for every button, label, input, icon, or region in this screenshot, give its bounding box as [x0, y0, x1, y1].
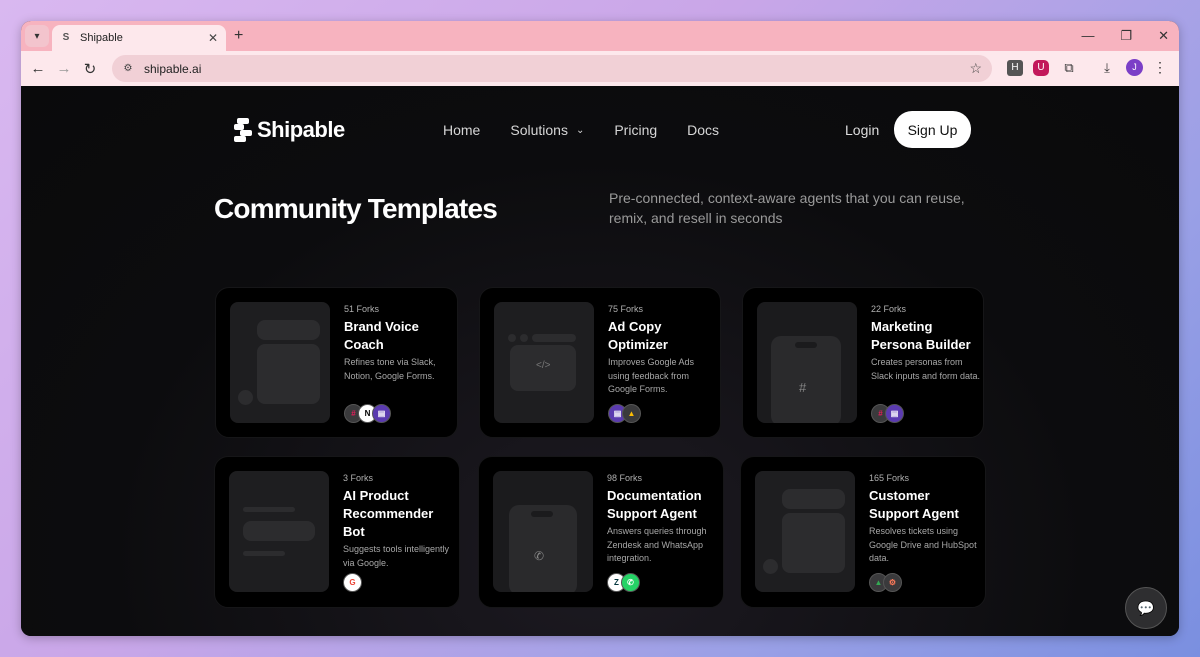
- login-link[interactable]: Login: [845, 122, 879, 138]
- site-settings-icon[interactable]: ⚙: [120, 61, 136, 77]
- site-logo[interactable]: Shipable: [234, 117, 345, 143]
- profile-avatar[interactable]: J: [1126, 59, 1143, 76]
- template-card[interactable]: </> 75 Forks Ad Copy Optimizer Improves …: [479, 287, 721, 438]
- template-description: Improves Google Ads using feedback from …: [608, 357, 695, 394]
- template-thumbnail: [230, 302, 330, 423]
- fork-count: 51 Forks: [344, 304, 380, 314]
- page-subtitle: Pre-connected, context-aware agents that…: [609, 190, 965, 226]
- browser-tab[interactable]: S Shipable ✕: [52, 25, 226, 51]
- reload-icon[interactable]: ↻: [77, 60, 103, 78]
- fork-count: 22 Forks: [871, 304, 907, 314]
- template-title: Ad Copy Optimizer: [608, 319, 668, 352]
- template-thumbnail: ✆: [493, 471, 593, 592]
- nav-docs[interactable]: Docs: [687, 122, 719, 138]
- hubspot-icon: ⚙: [883, 573, 902, 592]
- google-ads-icon: ▲: [622, 404, 641, 423]
- page-title: Community Templates: [214, 193, 498, 224]
- chevron-down-icon: ⌄: [575, 124, 585, 136]
- template-thumbnail: [229, 471, 329, 592]
- template-description: Creates personas from Slack inputs and f…: [871, 357, 981, 381]
- url-text[interactable]: shipable.ai: [144, 62, 969, 76]
- close-window-icon[interactable]: ✕: [1158, 28, 1169, 44]
- browser-toolbar: ← → ↻ ⚙ shipable.ai ☆ H U ⧉ ⤓ J ⋮: [21, 51, 1179, 86]
- extensions-puzzle-icon[interactable]: ⧉: [1061, 60, 1077, 76]
- template-title: Customer Support Agent: [869, 488, 959, 521]
- whatsapp-icon: ✆: [534, 549, 545, 563]
- chat-widget-button[interactable]: 💬: [1125, 587, 1167, 629]
- fork-count: 3 Forks: [343, 473, 374, 483]
- template-card[interactable]: 51 Forks Brand Voice Coach Refines tone …: [215, 287, 458, 438]
- signup-button[interactable]: Sign Up: [894, 111, 971, 148]
- tab-search-button[interactable]: ▾: [25, 25, 49, 47]
- nav-solutions-label: Solutions: [510, 122, 568, 138]
- whatsapp-icon: ✆: [621, 573, 640, 592]
- slack-icon: #: [799, 380, 807, 395]
- minimize-icon[interactable]: —: [1081, 28, 1094, 44]
- download-icon[interactable]: ⤓: [1099, 60, 1115, 76]
- template-description: Suggests tools intelligently via Google.: [343, 544, 450, 568]
- close-tab-icon[interactable]: ✕: [208, 31, 218, 45]
- shipable-favicon-icon: S: [62, 32, 70, 43]
- title-bar: ▾ S Shipable ✕ + — ❐ ✕: [21, 21, 1179, 51]
- back-icon[interactable]: ←: [25, 60, 51, 77]
- nav-home[interactable]: Home: [443, 122, 480, 138]
- nav-pricing[interactable]: Pricing: [614, 122, 657, 138]
- code-icon: </>: [536, 360, 551, 371]
- template-description: Answers queries through Zendesk and What…: [607, 526, 707, 563]
- bookmark-star-icon[interactable]: ☆: [969, 60, 982, 77]
- fork-count: 98 Forks: [607, 473, 643, 483]
- template-description: Resolves tickets using Google Drive and …: [869, 526, 977, 563]
- page-content: Shipable Home Solutions ⌄ Pricing Docs L…: [21, 86, 1179, 636]
- template-thumbnail: [755, 471, 855, 592]
- template-thumbnail: </>: [494, 302, 594, 423]
- browser-menu-icon[interactable]: ⋮: [1153, 59, 1167, 76]
- restore-icon[interactable]: ❐: [1120, 28, 1132, 44]
- new-tab-button[interactable]: +: [234, 27, 243, 45]
- nav-solutions[interactable]: Solutions ⌄: [510, 122, 584, 138]
- chat-bubble-icon: 💬: [1137, 599, 1155, 616]
- extension-h-icon[interactable]: H: [1007, 60, 1023, 76]
- template-thumbnail: #: [757, 302, 857, 423]
- template-card[interactable]: 3 Forks AI Product Recommender Bot Sugge…: [214, 456, 460, 608]
- template-card[interactable]: 165 Forks Customer Support Agent Resolve…: [740, 456, 986, 608]
- browser-window: ▾ S Shipable ✕ + — ❐ ✕ ← → ↻ ⚙ shipable.…: [21, 21, 1179, 636]
- template-description: Refines tone via Slack, Notion, Google F…: [344, 357, 436, 381]
- template-title: Marketing Persona Builder: [871, 319, 971, 352]
- site-nav: Shipable Home Solutions ⌄ Pricing Docs L…: [221, 106, 981, 156]
- address-bar[interactable]: ⚙ shipable.ai ☆: [112, 55, 992, 82]
- fork-count: 75 Forks: [608, 304, 644, 314]
- template-title: Brand Voice Coach: [344, 319, 419, 352]
- google-icon: G: [343, 573, 362, 592]
- google-forms-icon: ▤: [885, 404, 904, 423]
- fork-count: 165 Forks: [869, 473, 910, 483]
- forward-icon[interactable]: →: [51, 60, 77, 77]
- template-title: AI Product Recommender Bot: [343, 488, 434, 539]
- template-card[interactable]: ✆ 98 Forks Documentation Support Agent A…: [478, 456, 724, 608]
- extension-shield-icon[interactable]: U: [1033, 60, 1049, 76]
- logo-text: Shipable: [257, 117, 345, 142]
- shipable-logo-icon: [234, 118, 252, 142]
- template-title: Documentation Support Agent: [607, 488, 702, 521]
- tab-title: Shipable: [80, 32, 123, 44]
- template-card[interactable]: # 22 Forks Marketing Persona Builder Cre…: [742, 287, 984, 438]
- google-forms-icon: ▤: [372, 404, 391, 423]
